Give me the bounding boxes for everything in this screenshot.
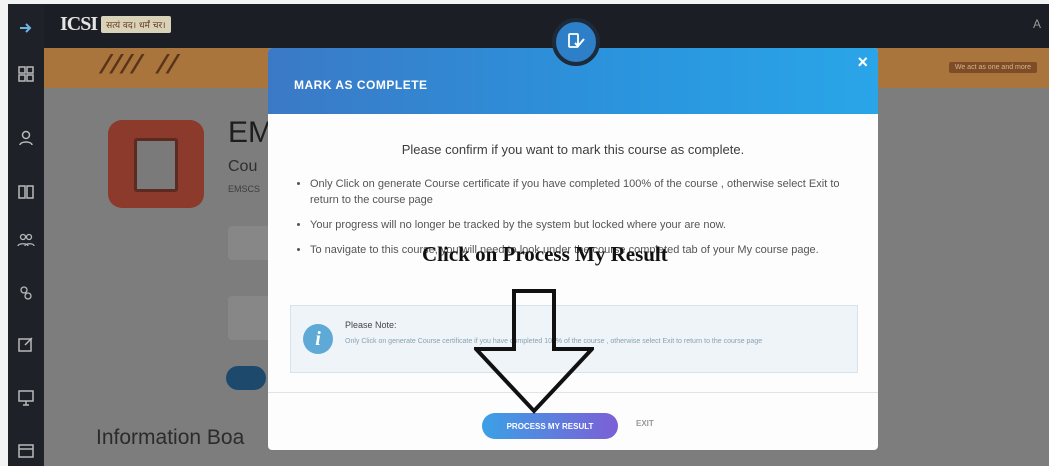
icsi-logo[interactable]: ICSI सत्यं वद। धर्मं चर।	[60, 12, 171, 36]
menu-arrow-icon[interactable]	[16, 18, 36, 38]
arrow-down-icon	[474, 289, 594, 414]
edit-icon[interactable]	[16, 334, 36, 354]
group-icon[interactable]	[16, 230, 36, 250]
info-icon: i	[303, 324, 333, 354]
header-right-text: A	[1032, 17, 1041, 31]
users-icon[interactable]	[16, 284, 36, 304]
annotation-text: Click on Process My Result	[422, 242, 668, 266]
confirm-message: Please confirm if you want to mark this …	[401, 142, 745, 157]
exit-button[interactable]: EXIT	[632, 415, 658, 432]
user-icon[interactable]	[16, 128, 36, 148]
course-subtitle: Cou	[228, 158, 258, 175]
banner-right-tag: We act as one and more	[948, 62, 1037, 73]
left-sidebar	[8, 4, 44, 466]
instruction-item: Only Click on generate Course certificat…	[310, 176, 850, 208]
book-icon[interactable]	[16, 182, 36, 202]
banner-decoration: ⁄⁄⁄⁄ ⁄⁄	[104, 50, 182, 80]
modal-title: MARK AS COMPLETE	[294, 78, 428, 92]
book-icon	[134, 138, 178, 192]
course-action-button[interactable]	[226, 366, 266, 390]
course-badge-icon	[552, 18, 600, 66]
close-icon[interactable]: ×	[857, 52, 868, 73]
course-thumbnail	[108, 120, 204, 208]
presentation-icon[interactable]	[16, 388, 36, 408]
note-title: Please Note:	[345, 320, 397, 330]
top-header: ICSI सत्यं वद। धर्मं चर। A	[44, 4, 1049, 48]
instruction-item: Your progress will no longer be tracked …	[310, 217, 850, 233]
note-text: Only Click on generate Course certificat…	[345, 338, 763, 345]
course-title: EM	[228, 116, 273, 149]
calendar-icon[interactable]	[16, 440, 36, 460]
course-code: EMSCS	[228, 184, 261, 194]
logo-tagline: सत्यं वद। धर्मं चर।	[101, 15, 171, 33]
dashboard-grid-icon[interactable]	[16, 64, 36, 84]
process-my-result-button[interactable]: PROCESS MY RESULT	[482, 413, 618, 439]
logo-mark: ICSI	[60, 12, 98, 35]
information-board-title: Information Boa	[96, 426, 245, 449]
app-window: ICSI सत्यं वद। धर्मं चर। A ⁄⁄⁄⁄ ⁄⁄ We ac…	[8, 4, 1049, 466]
